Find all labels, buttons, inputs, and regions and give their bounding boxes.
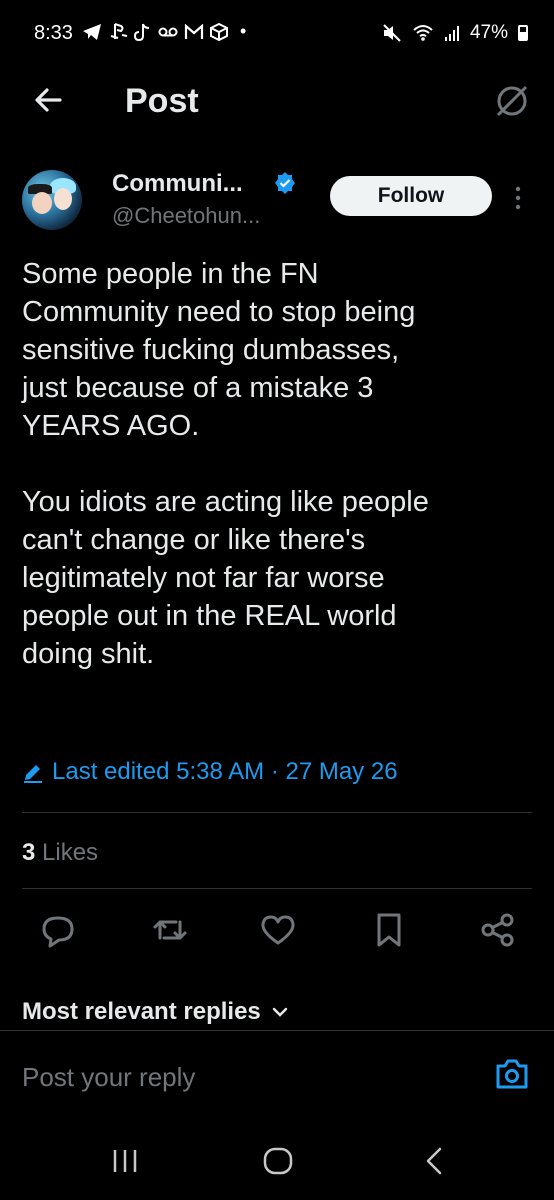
verified-badge-icon xyxy=(275,172,295,194)
wifi-icon xyxy=(413,25,433,41)
more-vertical-icon xyxy=(515,186,521,210)
repost-icon xyxy=(153,920,187,940)
app-icon xyxy=(210,22,228,41)
tiktok-icon xyxy=(134,23,150,41)
more-notifications-dot: • xyxy=(240,21,247,41)
likes-label: Likes xyxy=(42,839,99,866)
system-icons: 47% xyxy=(382,22,528,44)
page-title: Post xyxy=(125,82,199,120)
divider xyxy=(22,812,532,813)
system-back-button[interactable] xyxy=(418,1144,452,1178)
back-button[interactable] xyxy=(30,80,70,120)
follow-button[interactable]: Follow xyxy=(330,176,492,216)
likes-number: 3 xyxy=(22,839,36,866)
avatar[interactable] xyxy=(22,170,82,230)
signal-icon xyxy=(444,26,459,41)
chevron-down-icon xyxy=(272,1007,287,1017)
pencil-icon xyxy=(24,765,42,783)
reply-input[interactable]: Post your reply xyxy=(22,1062,195,1093)
notification-icons: • xyxy=(82,21,246,42)
likes-count[interactable]: 3 Likes xyxy=(22,839,98,867)
system-nav-bar xyxy=(0,1102,554,1200)
repost-button[interactable] xyxy=(150,910,190,950)
post-text: Some people in the FN Community need to … xyxy=(22,258,429,670)
camera-button[interactable] xyxy=(494,1056,530,1092)
heart-icon xyxy=(261,915,295,945)
voicemail-icon xyxy=(158,27,178,36)
divider xyxy=(22,888,532,889)
home-button[interactable] xyxy=(261,1144,295,1178)
recents-icon xyxy=(113,1150,137,1172)
status-time: 8:33 xyxy=(34,22,73,44)
replies-sort-label: Most relevant replies xyxy=(22,998,261,1025)
battery-icon xyxy=(518,25,528,41)
edit-history-link[interactable]: Last edited 5:38 AM · 27 May 26 xyxy=(22,758,398,786)
bookmark-icon xyxy=(377,913,401,947)
camera-icon xyxy=(496,1059,528,1089)
action-bar xyxy=(0,910,554,954)
replies-sort-dropdown[interactable]: Most relevant replies xyxy=(22,998,289,1026)
author-handle[interactable]: @Cheetohun... xyxy=(112,203,260,229)
telegram-icon xyxy=(83,23,101,40)
edited-label: Last edited 5:38 AM · 27 May 26 xyxy=(52,758,398,785)
status-bar: 8:33 • 47% xyxy=(0,0,554,62)
bookmark-button[interactable] xyxy=(369,910,409,950)
author-name[interactable]: Communi... xyxy=(112,170,243,198)
more-options-button[interactable] xyxy=(510,184,526,214)
like-button[interactable] xyxy=(258,910,298,950)
mute-icon xyxy=(383,24,401,42)
share-button[interactable] xyxy=(478,910,518,950)
reply-button[interactable] xyxy=(38,910,78,950)
home-icon xyxy=(263,1147,293,1175)
recent-apps-button[interactable] xyxy=(108,1144,142,1178)
chevron-left-icon xyxy=(426,1147,442,1175)
grok-icon xyxy=(496,85,528,117)
arrow-left-icon xyxy=(35,88,62,112)
grok-button[interactable] xyxy=(492,80,532,120)
playstation-icon xyxy=(110,22,128,39)
reply-icon xyxy=(42,916,74,948)
battery-percent: 47% xyxy=(469,22,508,43)
share-icon xyxy=(481,913,514,947)
gmail-icon xyxy=(184,23,204,39)
